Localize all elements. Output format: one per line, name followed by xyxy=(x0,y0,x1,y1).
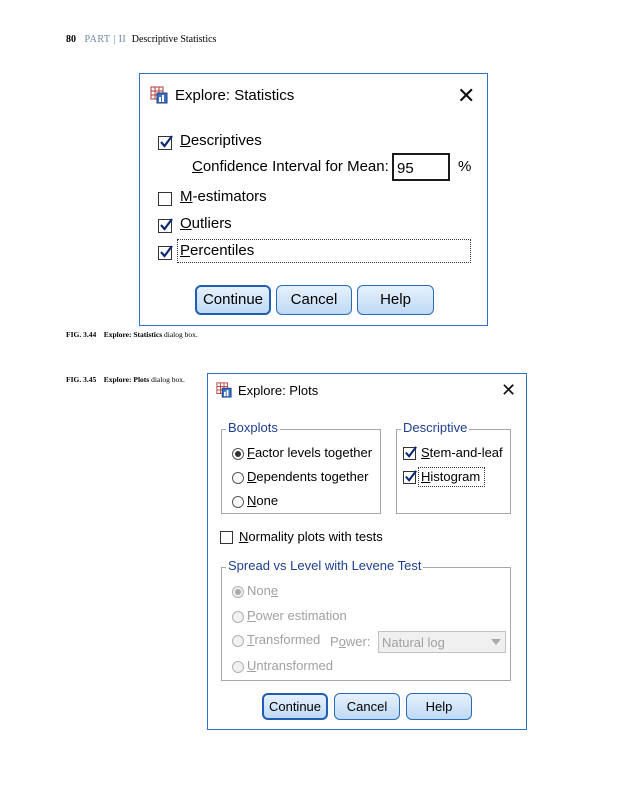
figure-caption-345: FIG. 3.45 Explore: Plots dialog box. xyxy=(66,375,185,384)
stem-and-leaf-checkbox[interactable] xyxy=(403,446,417,460)
transformed-label: Transformed xyxy=(247,632,321,647)
dialog-title: Explore: Plots xyxy=(238,382,319,398)
normality-plots-label: Normality plots with tests xyxy=(239,529,383,544)
continue-button[interactable]: Continue xyxy=(262,693,328,720)
dependents-together-radio[interactable] xyxy=(232,472,244,484)
close-icon[interactable]: ✕ xyxy=(457,86,475,108)
caption-bold: Explore: Statistics xyxy=(103,330,163,339)
figure-caption-344: FIG. 3.44 Explore: Statistics dialog box… xyxy=(66,330,198,339)
confidence-interval-label: Confidence Interval for Mean: xyxy=(192,158,389,175)
section-title: Descriptive Statistics xyxy=(131,34,217,45)
percentiles-label: Percentiles xyxy=(180,242,255,259)
m-estimators-label: M-estimators xyxy=(180,188,267,205)
caption-bold: Explore: Plots xyxy=(103,375,150,384)
continue-button[interactable]: Continue xyxy=(195,285,271,315)
descriptives-label: Descriptives xyxy=(180,132,262,149)
caption-number: FIG. 3.44 xyxy=(66,330,97,339)
spss-app-icon xyxy=(216,382,232,398)
caption-rest: dialog box. xyxy=(151,375,185,384)
stem-and-leaf-label: Stem-and-leaf xyxy=(421,445,503,460)
dialog-title: Explore: Statistics xyxy=(175,86,295,104)
dependents-together-label: Dependents together xyxy=(247,469,369,484)
dialog-titlebar: Explore: Plots xyxy=(216,382,318,398)
transformed-radio[interactable] xyxy=(232,635,244,647)
cancel-button[interactable]: Cancel xyxy=(334,693,400,720)
untransformed-label: Untransformed xyxy=(247,658,333,673)
m-estimators-checkbox[interactable] xyxy=(158,192,172,206)
caption-number: FIG. 3.45 xyxy=(66,375,97,384)
checkmark-icon xyxy=(405,446,417,458)
caption-rest: dialog box. xyxy=(164,330,198,339)
close-icon[interactable]: ✕ xyxy=(501,380,516,402)
outliers-checkbox[interactable] xyxy=(158,218,173,233)
power-select-value: Natural log xyxy=(382,635,445,650)
explore-plots-dialog: Explore: Plots ✕ Boxplots Factor levels … xyxy=(207,373,527,730)
spss-app-icon xyxy=(150,86,168,104)
boxplots-legend: Boxplots xyxy=(226,420,280,435)
power-estimation-label: Power estimation xyxy=(247,608,347,623)
power-estimation-radio[interactable] xyxy=(232,611,244,623)
spread-none-radio[interactable] xyxy=(232,586,244,598)
outliers-label: Outliers xyxy=(180,215,232,232)
descriptives-label-rest: escriptives xyxy=(190,132,262,149)
boxplots-none-radio[interactable] xyxy=(232,496,244,508)
power-select[interactable]: Natural log xyxy=(378,631,506,653)
dropdown-arrow-icon xyxy=(491,639,501,645)
factor-levels-radio[interactable] xyxy=(232,448,244,460)
checkmark-icon xyxy=(160,218,173,231)
confidence-interval-input[interactable]: 95 xyxy=(392,153,450,181)
histogram-label: Histogram xyxy=(421,469,481,484)
normality-plots-checkbox[interactable] xyxy=(220,531,233,544)
help-button[interactable]: Help xyxy=(406,693,472,720)
explore-statistics-dialog: Explore: Statistics ✕ Descriptives Confi… xyxy=(139,73,488,326)
spread-none-label: None xyxy=(247,583,279,598)
page-number: 80 xyxy=(66,34,76,45)
cancel-button[interactable]: Cancel xyxy=(276,285,352,315)
untransformed-radio[interactable] xyxy=(232,661,244,673)
help-button[interactable]: Help xyxy=(357,285,434,315)
percentiles-checkbox[interactable] xyxy=(158,245,173,260)
part-label: PART xyxy=(84,34,111,45)
checkmark-icon xyxy=(160,245,173,258)
percent-unit: % xyxy=(458,158,472,175)
spread-vs-level-legend: Spread vs Level with Levene Test xyxy=(226,558,424,573)
descriptives-checkbox[interactable] xyxy=(158,135,173,150)
dialog-titlebar: Explore: Statistics xyxy=(150,86,294,104)
part-number: II xyxy=(118,34,127,45)
checkmark-icon xyxy=(160,135,173,148)
factor-levels-label: Factor levels together xyxy=(247,445,373,460)
checkmark-icon xyxy=(405,470,417,482)
page-header: 80 PART | II Descriptive Statistics xyxy=(66,34,216,45)
boxplots-none-label: None xyxy=(247,493,279,508)
header-separator: | xyxy=(113,34,116,45)
power-label: Power: xyxy=(330,634,371,649)
histogram-checkbox[interactable] xyxy=(403,470,417,484)
descriptive-legend: Descriptive xyxy=(401,420,470,435)
